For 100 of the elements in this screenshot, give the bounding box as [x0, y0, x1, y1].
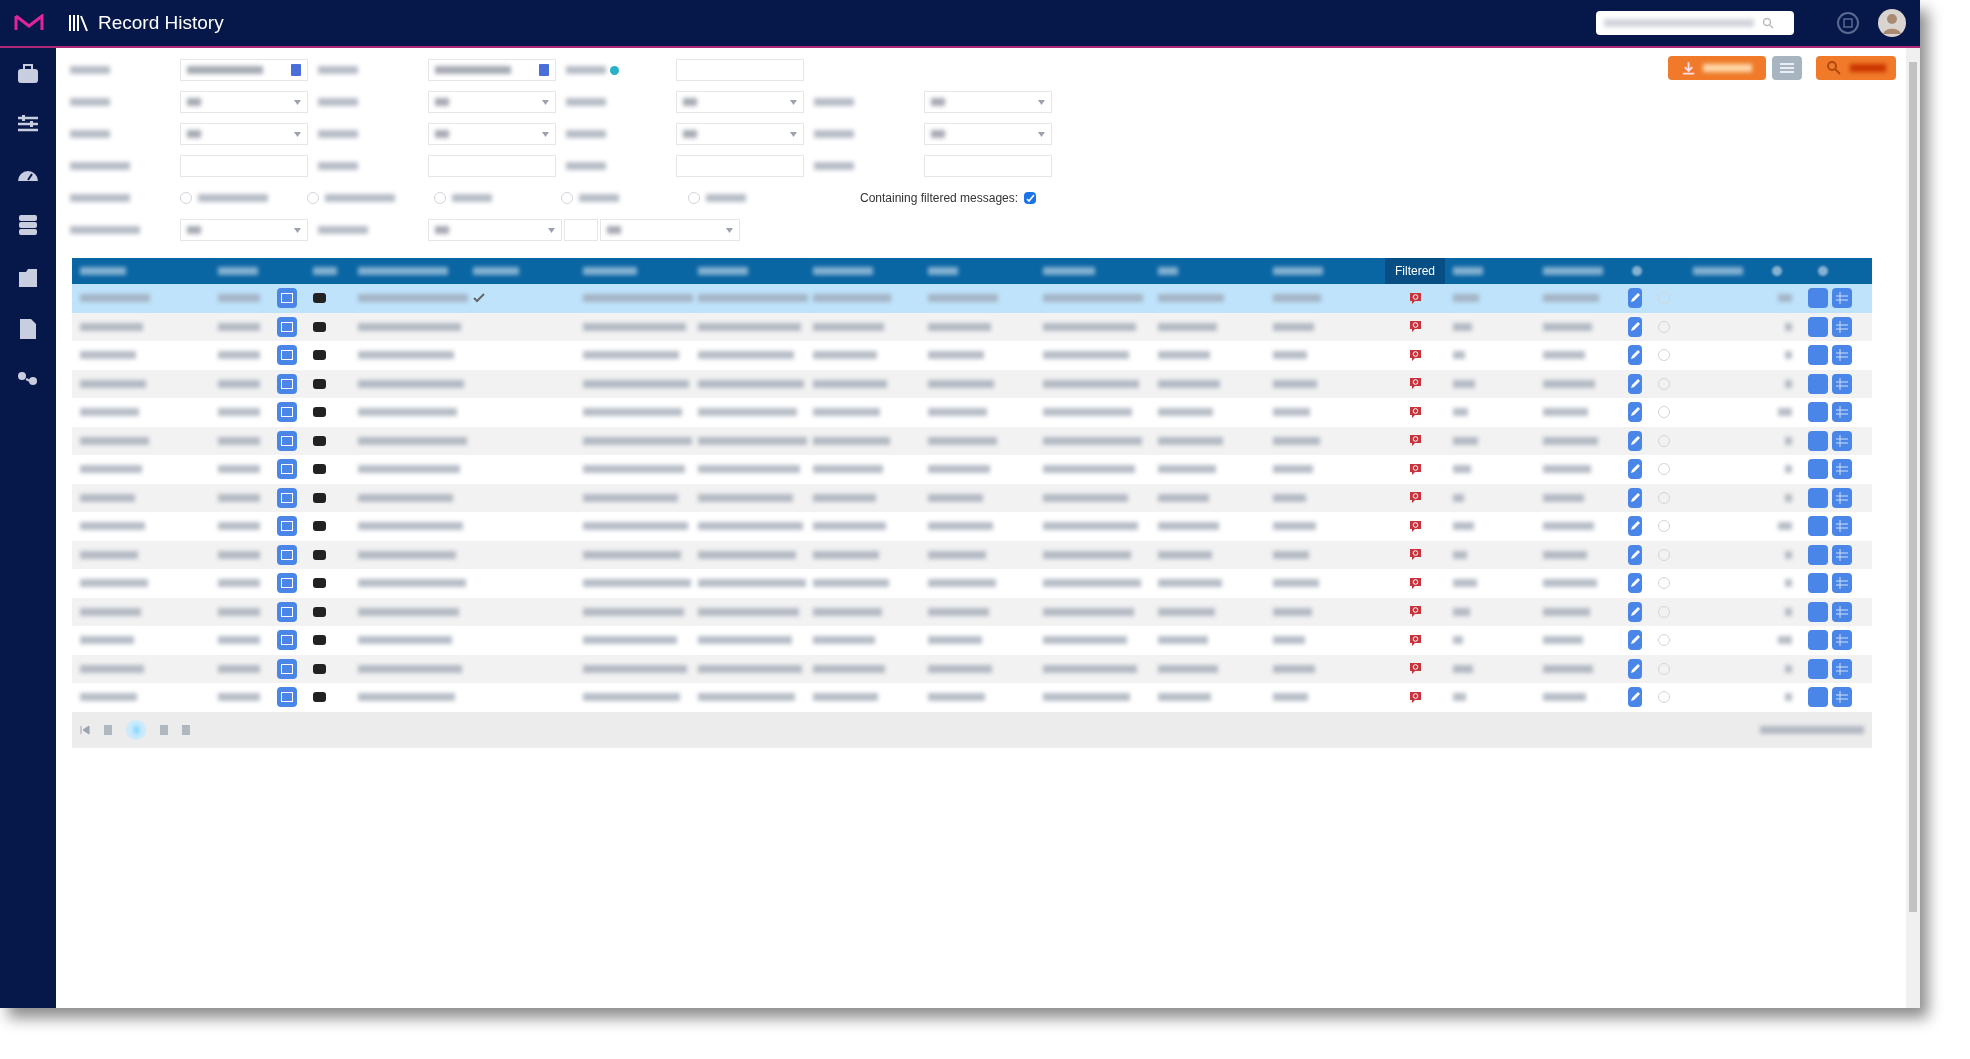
grid-button[interactable] — [1832, 316, 1852, 337]
edit-icon[interactable] — [1628, 601, 1642, 622]
message-button[interactable] — [1808, 402, 1828, 423]
info-icon[interactable] — [610, 65, 619, 75]
avatar-icon[interactable] — [1878, 9, 1906, 37]
radio-button[interactable] — [434, 192, 446, 204]
grid-button[interactable] — [1832, 345, 1852, 366]
message-button[interactable] — [1808, 658, 1828, 679]
column-header[interactable]: Filtered — [1385, 258, 1445, 284]
checkbox[interactable] — [1024, 192, 1037, 204]
input-field[interactable] — [676, 155, 804, 177]
edit-icon[interactable] — [1628, 573, 1642, 594]
date-field[interactable] — [428, 59, 556, 81]
message-button[interactable] — [1808, 373, 1828, 394]
dropdown[interactable] — [180, 123, 308, 145]
table-row[interactable] — [72, 284, 1872, 313]
dropdown[interactable] — [676, 123, 804, 145]
contact-card-icon[interactable] — [277, 459, 297, 480]
edit-icon[interactable] — [1628, 544, 1642, 565]
radio-button[interactable] — [561, 192, 573, 204]
scrollbar[interactable] — [1906, 48, 1920, 1008]
contact-card-icon[interactable] — [277, 658, 297, 679]
contact-card-icon[interactable] — [277, 544, 297, 565]
edit-icon[interactable] — [1628, 316, 1642, 337]
message-button[interactable] — [1808, 316, 1828, 337]
radio-button[interactable] — [180, 192, 192, 204]
grid-button[interactable] — [1832, 544, 1852, 565]
message-button[interactable] — [1808, 601, 1828, 622]
first-page-icon[interactable] — [80, 724, 90, 735]
grid-button[interactable] — [1832, 459, 1852, 480]
dropdown[interactable] — [600, 219, 740, 241]
grid-button[interactable] — [1832, 630, 1852, 651]
search-field[interactable] — [1596, 11, 1794, 35]
grid-button[interactable] — [1832, 516, 1852, 537]
briefcase-icon[interactable] — [17, 64, 39, 84]
contact-card-icon[interactable] — [277, 487, 297, 508]
message-button[interactable] — [1808, 345, 1828, 366]
contact-card-icon[interactable] — [277, 573, 297, 594]
edit-icon[interactable] — [1628, 487, 1642, 508]
message-button[interactable] — [1808, 288, 1828, 309]
input-field[interactable] — [428, 155, 556, 177]
grid-button[interactable] — [1832, 373, 1852, 394]
logo-icon[interactable] — [14, 14, 44, 32]
grid-button[interactable] — [1832, 402, 1852, 423]
dropdown[interactable] — [676, 91, 804, 113]
edit-icon[interactable] — [1628, 658, 1642, 679]
grid-button[interactable] — [1832, 601, 1852, 622]
edit-icon[interactable] — [1628, 430, 1642, 451]
message-button[interactable] — [1808, 430, 1828, 451]
dropdown[interactable] — [924, 91, 1052, 113]
input-field[interactable] — [564, 219, 598, 241]
contact-card-icon[interactable] — [277, 516, 297, 537]
document-icon[interactable] — [19, 318, 37, 340]
input-field[interactable] — [924, 155, 1052, 177]
message-button[interactable] — [1808, 487, 1828, 508]
message-button[interactable] — [1808, 687, 1828, 708]
edit-icon[interactable] — [1628, 345, 1642, 366]
dropdown[interactable] — [924, 123, 1052, 145]
edit-icon[interactable] — [1628, 288, 1642, 309]
circle-icon[interactable] — [1836, 11, 1860, 35]
grid-button[interactable] — [1832, 573, 1852, 594]
dropdown[interactable] — [428, 219, 562, 241]
grid-button[interactable] — [1832, 288, 1852, 309]
grid-button[interactable] — [1832, 687, 1852, 708]
input-field[interactable] — [180, 155, 308, 177]
grid-button[interactable] — [1832, 658, 1852, 679]
dropdown[interactable] — [180, 91, 308, 113]
columns-button[interactable] — [1772, 56, 1802, 80]
contact-card-icon[interactable] — [277, 630, 297, 651]
message-button[interactable] — [1808, 573, 1828, 594]
message-button[interactable] — [1808, 544, 1828, 565]
contact-card-icon[interactable] — [277, 373, 297, 394]
folder-icon[interactable] — [18, 266, 38, 288]
contact-card-icon[interactable] — [277, 345, 297, 366]
download-button[interactable] — [1668, 56, 1766, 80]
contact-card-icon[interactable] — [277, 402, 297, 423]
message-button[interactable] — [1808, 459, 1828, 480]
dropdown[interactable] — [428, 123, 556, 145]
edit-icon[interactable] — [1628, 459, 1642, 480]
grid-button[interactable] — [1832, 430, 1852, 451]
message-button[interactable] — [1808, 630, 1828, 651]
database-icon[interactable] — [18, 214, 38, 236]
dropdown[interactable] — [180, 219, 308, 241]
message-button[interactable] — [1808, 516, 1828, 537]
edit-icon[interactable] — [1628, 373, 1642, 394]
radio-button[interactable] — [307, 192, 319, 204]
edit-icon[interactable] — [1628, 402, 1642, 423]
input-field[interactable] — [676, 59, 804, 81]
edit-icon[interactable] — [1628, 516, 1642, 537]
dropdown[interactable] — [428, 91, 556, 113]
sliders-icon[interactable] — [17, 114, 39, 134]
edit-icon[interactable] — [1628, 630, 1642, 651]
search-button[interactable] — [1816, 56, 1896, 80]
contact-card-icon[interactable] — [277, 288, 297, 309]
radio-button[interactable] — [688, 192, 700, 204]
date-field[interactable] — [180, 59, 308, 81]
edit-icon[interactable] — [1628, 687, 1642, 708]
contact-card-icon[interactable] — [277, 430, 297, 451]
grid-button[interactable] — [1832, 487, 1852, 508]
contact-card-icon[interactable] — [277, 601, 297, 622]
